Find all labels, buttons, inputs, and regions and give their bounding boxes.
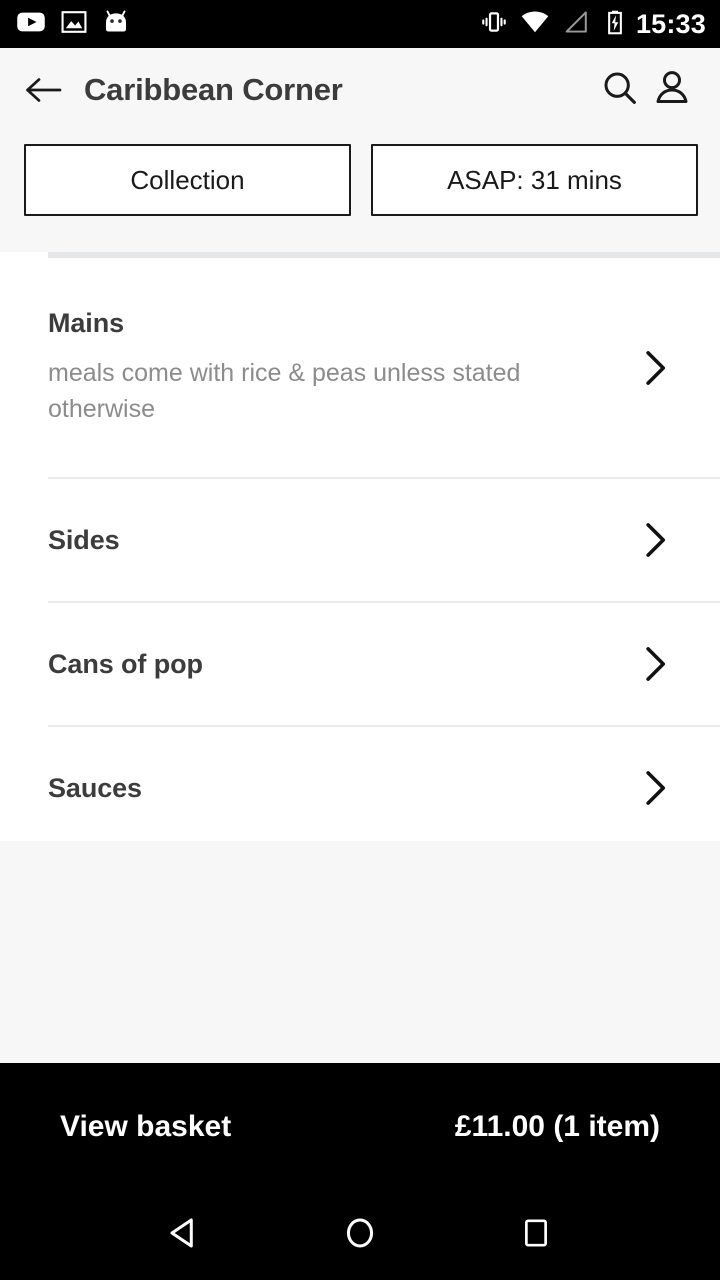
delivery-time-button[interactable]: ASAP: 31 mins [371, 144, 698, 216]
nav-recents-button[interactable] [500, 1200, 572, 1272]
menu-category-subtitle: meals come with rice & peas unless state… [48, 358, 521, 424]
chevron-right-icon [638, 642, 672, 686]
menu-category-list[interactable]: Mains meals come with rice & peas unless… [0, 258, 720, 841]
menu-category-text-group: Sides [48, 525, 638, 556]
chevron-right-icon [638, 766, 672, 810]
android-nav-bar [0, 1191, 720, 1280]
status-bar-left-icons [16, 7, 130, 42]
vibrate-icon [480, 8, 508, 41]
cell-signal-icon [562, 8, 590, 41]
app-root: 15:33 Caribbean Corner Collection ASAP: … [0, 0, 720, 1280]
person-icon [652, 68, 692, 113]
status-bar: 15:33 [0, 0, 720, 48]
wifi-icon [520, 7, 550, 42]
status-bar-right-icons [480, 7, 628, 42]
image-icon [60, 8, 88, 41]
menu-category-sauces[interactable]: Sauces [0, 727, 720, 841]
nav-back-button[interactable] [148, 1200, 220, 1272]
menu-category-text-group: Cans of pop [48, 649, 638, 680]
search-button[interactable] [594, 64, 646, 116]
filter-bar: Collection ASAP: 31 mins [0, 132, 720, 252]
chevron-right-icon [638, 518, 672, 562]
status-bar-clock: 15:33 [635, 8, 706, 39]
account-button[interactable] [646, 64, 698, 116]
youtube-icon [16, 7, 46, 42]
back-button[interactable] [24, 68, 68, 112]
fulfilment-type-button[interactable]: Collection [24, 144, 351, 216]
nav-home-button[interactable] [324, 1200, 396, 1272]
menu-category-title: Sides [48, 524, 120, 555]
menu-category-mains[interactable]: Mains meals come with rice & peas unless… [0, 258, 720, 477]
triangle-back-icon [165, 1214, 203, 1257]
battery-charging-icon [602, 9, 628, 40]
menu-category-cans-of-pop[interactable]: Cans of pop [0, 603, 720, 725]
view-basket-bar[interactable]: View basket £11.00 (1 item) [0, 1063, 720, 1191]
basket-total-label: £11.00 (1 item) [454, 1110, 660, 1143]
circle-home-icon [341, 1214, 379, 1257]
search-icon [600, 68, 640, 113]
menu-category-sides[interactable]: Sides [0, 479, 720, 601]
page-background-filler [0, 841, 720, 1063]
page-title: Caribbean Corner [84, 72, 343, 107]
view-basket-label: View basket [60, 1110, 232, 1143]
square-recents-icon [519, 1216, 553, 1255]
menu-category-text-group: Mains meals come with rice & peas unless… [48, 308, 638, 428]
menu-category-title: Cans of pop [48, 648, 203, 679]
app-header: Caribbean Corner [0, 48, 720, 132]
android-robot-icon [102, 8, 130, 41]
menu-category-title: Sauces [48, 772, 142, 803]
menu-category-text-group: Sauces [48, 773, 638, 804]
chevron-right-icon [638, 346, 672, 390]
menu-category-title: Mains [48, 307, 125, 338]
